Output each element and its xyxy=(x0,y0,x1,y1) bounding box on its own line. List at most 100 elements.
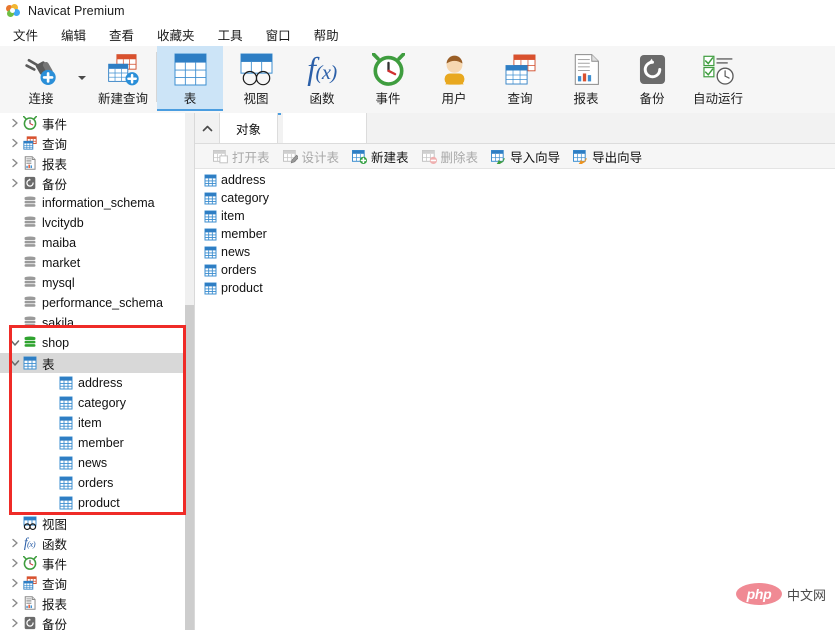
tree-item-label: lvcitydb xyxy=(42,216,84,230)
tree-chevron-placeholder xyxy=(44,373,57,393)
tree-item-19[interactable]: product xyxy=(0,493,185,513)
object-list-item[interactable]: category xyxy=(195,189,835,207)
chevron-right-icon[interactable] xyxy=(8,153,21,173)
tree-chevron-placeholder xyxy=(44,493,57,513)
chevron-right-icon[interactable] xyxy=(8,173,21,193)
object-toolbar-5[interactable]: 导出向导 xyxy=(567,145,647,167)
toolbar-button-7[interactable]: 查询 xyxy=(487,46,553,109)
menu-edit[interactable]: 编辑 xyxy=(51,23,96,46)
connection-plug-icon xyxy=(24,51,58,87)
object-toolbar-label: 设计表 xyxy=(301,150,340,165)
object-list-item[interactable]: product xyxy=(195,279,835,297)
tree-item-0[interactable]: 事件 xyxy=(0,113,185,133)
chevron-right-icon[interactable] xyxy=(8,613,21,630)
tree-item-21[interactable]: f(x) 函数 xyxy=(0,533,185,553)
sidebar-vertical-scrollbar[interactable] xyxy=(185,113,194,630)
toolbar-button-3[interactable]: 视图 xyxy=(223,46,289,109)
tree-item-label: 查询 xyxy=(42,577,68,592)
toolbar-button-4[interactable]: f(x) 函数 xyxy=(289,46,355,109)
tree-item-18[interactable]: orders xyxy=(0,473,185,493)
sidebar-scrollbar-thumb[interactable] xyxy=(185,305,194,630)
toolbar-button-10[interactable]: 自动运行 xyxy=(685,46,751,109)
object-list-item[interactable]: news xyxy=(195,243,835,261)
menu-favorites[interactable]: 收藏夹 xyxy=(147,23,205,46)
tree-item-22[interactable]: 事件 xyxy=(0,553,185,573)
menu-tools[interactable]: 工具 xyxy=(208,23,253,46)
tree-item-3[interactable]: 备份 xyxy=(0,173,185,193)
chevron-right-icon[interactable] xyxy=(8,573,21,593)
chevron-down-icon[interactable] xyxy=(8,333,21,353)
object-list[interactable]: address category item member news orders produ… xyxy=(195,169,835,630)
object-toolbar-4[interactable]: 导入向导 xyxy=(485,145,565,167)
chevron-right-icon[interactable] xyxy=(8,533,21,553)
tree-item-label: 事件 xyxy=(42,117,68,132)
chevron-down-icon[interactable] xyxy=(74,46,90,109)
toolbar-button-0[interactable]: 连接 xyxy=(8,46,74,109)
tab-objects[interactable]: 对象 xyxy=(219,113,279,143)
tree-item-9[interactable]: performance_schema xyxy=(0,293,185,313)
object-toolbar-label: 导出向导 xyxy=(592,150,643,165)
menu-window[interactable]: 窗口 xyxy=(256,23,301,46)
tree-item-23[interactable]: 查询 xyxy=(0,573,185,593)
tree-item-7[interactable]: market xyxy=(0,253,185,273)
tree-item-20[interactable]: 视图 xyxy=(0,513,185,533)
chevron-right-icon[interactable] xyxy=(8,133,21,153)
tree-item-10[interactable]: sakila xyxy=(0,313,185,333)
tree-item-14[interactable]: category xyxy=(0,393,185,413)
tree-item-label: 表 xyxy=(42,357,55,372)
chevron-right-icon[interactable] xyxy=(8,113,21,133)
chevron-right-icon[interactable] xyxy=(8,593,21,613)
object-toolbar-2[interactable]: 新建表 xyxy=(346,145,414,167)
menu-help[interactable]: 帮助 xyxy=(304,23,349,46)
toolbar-button-1[interactable]: 新建查询 xyxy=(90,46,156,109)
tree-chevron-placeholder xyxy=(8,233,21,253)
tree-item-1[interactable]: 查询 xyxy=(0,133,185,153)
tree-chevron-placeholder xyxy=(8,253,21,273)
table-small-icon xyxy=(57,373,74,393)
menu-file[interactable]: 文件 xyxy=(3,23,48,46)
chevron-down-icon[interactable] xyxy=(8,353,21,373)
report-icon xyxy=(21,593,38,613)
tree-item-13[interactable]: address xyxy=(0,373,185,393)
tree-item-24[interactable]: 报表 xyxy=(0,593,185,613)
tree-chevron-placeholder xyxy=(8,293,21,313)
object-list-item[interactable]: member xyxy=(195,225,835,243)
toolbar-button-label: 用户 xyxy=(441,92,467,106)
tree-item-16[interactable]: member xyxy=(0,433,185,453)
object-list-item[interactable]: item xyxy=(195,207,835,225)
tree-item-25[interactable]: 备份 xyxy=(0,613,185,630)
title-bar: Navicat Premium xyxy=(0,0,835,22)
tree-item-2[interactable]: 报表 xyxy=(0,153,185,173)
report-icon xyxy=(570,51,603,87)
tree-item-4[interactable]: information_schema xyxy=(0,193,185,213)
chevron-right-icon[interactable] xyxy=(8,553,21,573)
tree-item-5[interactable]: lvcitydb xyxy=(0,213,185,233)
tree-item-label: member xyxy=(78,436,124,450)
tree-item-17[interactable]: news xyxy=(0,453,185,473)
function-fx-icon: f(x) xyxy=(23,535,36,551)
event-clock-icon xyxy=(21,113,38,133)
toolbar-button-label: 查询 xyxy=(507,92,533,106)
toolbar-button-9[interactable]: 备份 xyxy=(619,46,685,109)
tree-item-11[interactable]: shop xyxy=(0,333,185,353)
object-list-item[interactable]: address xyxy=(195,171,835,189)
toolbar-button-8[interactable]: 报表 xyxy=(553,46,619,109)
object-name: product xyxy=(221,281,263,295)
toolbar-button-6[interactable]: 用户 xyxy=(421,46,487,109)
table-small-icon xyxy=(203,281,218,296)
toolbar-button-5[interactable]: 事件 xyxy=(355,46,421,109)
tree-chevron-placeholder xyxy=(8,273,21,293)
tree-item-12[interactable]: 表 xyxy=(0,353,185,373)
toolbar-button-2[interactable]: 表 xyxy=(157,46,223,111)
tree-item-15[interactable]: item xyxy=(0,413,185,433)
toolbar-button-label: 连接 xyxy=(28,92,54,106)
watermark-badge-text: php xyxy=(746,586,772,602)
tree-item-8[interactable]: mysql xyxy=(0,273,185,293)
automation-icon xyxy=(702,51,735,87)
menu-view[interactable]: 查看 xyxy=(99,23,144,46)
tree-item-label: 视图 xyxy=(42,517,68,532)
tree-item-6[interactable]: maiba xyxy=(0,233,185,253)
chevron-up-icon[interactable] xyxy=(199,120,215,136)
object-list-item[interactable]: orders xyxy=(195,261,835,279)
object-tree-sidebar[interactable]: 事件 查询 报表 备份 information_schema lvcitydb maiba m… xyxy=(0,113,185,630)
